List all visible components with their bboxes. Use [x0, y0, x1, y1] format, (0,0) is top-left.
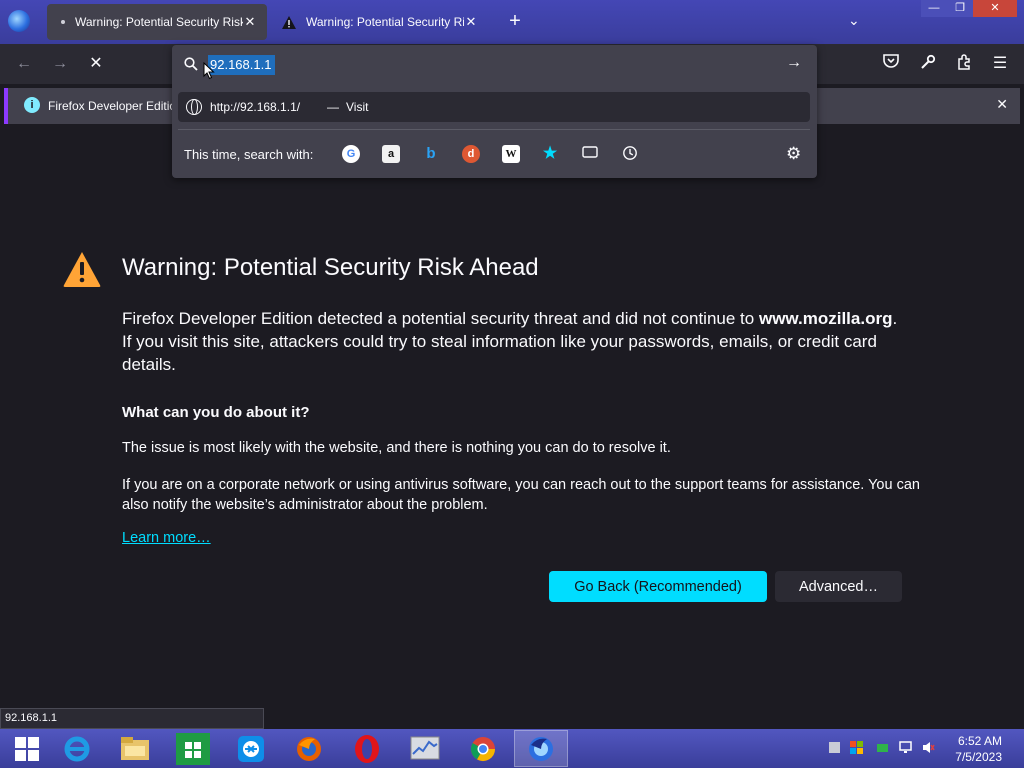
tab-security-warning-2[interactable]: Warning: Potential Security Risk Ahead ✕: [272, 4, 488, 40]
bookmarks-icon[interactable]: ★: [541, 145, 559, 163]
internet-explorer-icon[interactable]: [50, 730, 104, 767]
divider: [178, 129, 810, 130]
suggestion-separator: —: [327, 100, 339, 114]
firefox-icon[interactable]: [282, 730, 336, 767]
search-with-label: This time, search with:: [184, 147, 314, 162]
tab-security-warning-1[interactable]: Warning: Potential Security Risk Ahead ✕: [47, 4, 267, 40]
windows-icon: [15, 736, 39, 761]
teamviewer-icon[interactable]: [224, 730, 278, 767]
start-button[interactable]: [0, 730, 54, 767]
warning-icon: [282, 15, 296, 29]
suggestion-url: http://92.168.1.1/: [210, 100, 301, 114]
page-title: Warning: Potential Security Risk Ahead: [122, 254, 539, 281]
tabs-icon[interactable]: [581, 145, 599, 163]
tablet-icon[interactable]: [828, 741, 841, 754]
loading-dot-icon: [61, 20, 65, 24]
bing-icon[interactable]: b: [422, 145, 440, 163]
google-icon[interactable]: G: [342, 145, 360, 163]
globe-icon: [186, 99, 202, 115]
amazon-icon[interactable]: a: [382, 145, 400, 163]
go-arrow-icon[interactable]: →: [786, 54, 802, 72]
url-input[interactable]: 92.168.1.1: [208, 55, 275, 75]
intro-text: Firefox Developer Edition detected a pot…: [122, 309, 755, 328]
advice-paragraph: If you are on a corporate network or usi…: [122, 477, 920, 513]
section-heading: What can you do about it?: [122, 404, 310, 421]
learn-more-link[interactable]: Learn more…: [122, 530, 211, 546]
go-back-button[interactable]: Go Back (Recommended): [549, 571, 767, 602]
close-notification-icon[interactable]: ✕: [996, 96, 1008, 113]
tab-label: Warning: Potential Security Risk Ahead: [75, 15, 243, 29]
network-icon[interactable]: [876, 741, 889, 754]
advice-paragraph: The issue is most likely with the websit…: [122, 440, 671, 456]
advanced-button[interactable]: Advanced…: [775, 571, 902, 602]
window-controls: — ❐ ✕: [921, 0, 1017, 17]
mouse-cursor-icon: [203, 62, 215, 80]
notification-text: Firefox Developer Edition: [48, 99, 183, 113]
close-tab-icon[interactable]: ✕: [243, 14, 257, 30]
monitor-icon[interactable]: [899, 741, 912, 754]
history-icon[interactable]: [621, 145, 639, 163]
urlbar-panel: 92.168.1.1 → http://92.168.1.1/ — Visit …: [172, 45, 817, 178]
wikipedia-icon[interactable]: W: [502, 145, 520, 163]
firefox-developer-icon[interactable]: [8, 10, 30, 32]
close-tab-icon[interactable]: ✕: [464, 14, 478, 30]
taskbar: 6:52 AM 7/5/2023: [0, 729, 1024, 768]
pocket-icon[interactable]: [880, 54, 902, 74]
stop-icon[interactable]: ✕: [85, 54, 107, 74]
chrome-icon[interactable]: [456, 730, 510, 767]
gear-icon[interactable]: ⚙: [786, 144, 801, 164]
url-suggestion-row[interactable]: http://92.168.1.1/ — Visit: [178, 92, 810, 122]
opera-icon[interactable]: [340, 730, 394, 767]
info-icon: i: [24, 97, 40, 113]
volume-muted-icon[interactable]: [922, 741, 935, 754]
maximize-button[interactable]: ❐: [947, 0, 973, 17]
error-description: Firefox Developer Edition detected a pot…: [122, 307, 902, 376]
wrench-icon[interactable]: [917, 54, 939, 74]
status-bar: 92.168.1.1: [0, 708, 264, 729]
file-explorer-icon[interactable]: [108, 730, 162, 767]
host-name: www.mozilla.org: [758, 309, 893, 328]
new-tab-button[interactable]: +: [504, 10, 526, 32]
suggestion-action: Visit: [346, 100, 369, 114]
menu-icon[interactable]: ☰: [989, 54, 1011, 74]
minimize-button[interactable]: —: [921, 0, 947, 17]
extensions-icon[interactable]: [953, 54, 975, 74]
flag-icon[interactable]: [850, 741, 863, 754]
clock-date[interactable]: 7/5/2023: [950, 750, 1002, 764]
tab-label: Warning: Potential Security Risk Ahead: [306, 15, 464, 29]
system-monitor-icon[interactable]: [398, 730, 452, 767]
duckduckgo-icon[interactable]: d: [462, 145, 480, 163]
list-all-tabs-icon[interactable]: ⌄: [848, 12, 860, 29]
close-window-button[interactable]: ✕: [973, 0, 1017, 17]
store-icon[interactable]: [166, 730, 220, 767]
back-icon[interactable]: ←: [13, 54, 35, 74]
clock-time[interactable]: 6:52 AM: [956, 734, 1002, 748]
firefox-developer-edition-taskbar-icon[interactable]: [514, 730, 568, 767]
title-bar: Warning: Potential Security Risk Ahead ✕…: [0, 0, 1024, 44]
warning-icon: [63, 252, 101, 287]
forward-icon[interactable]: →: [49, 54, 71, 74]
search-icon: [184, 57, 198, 71]
